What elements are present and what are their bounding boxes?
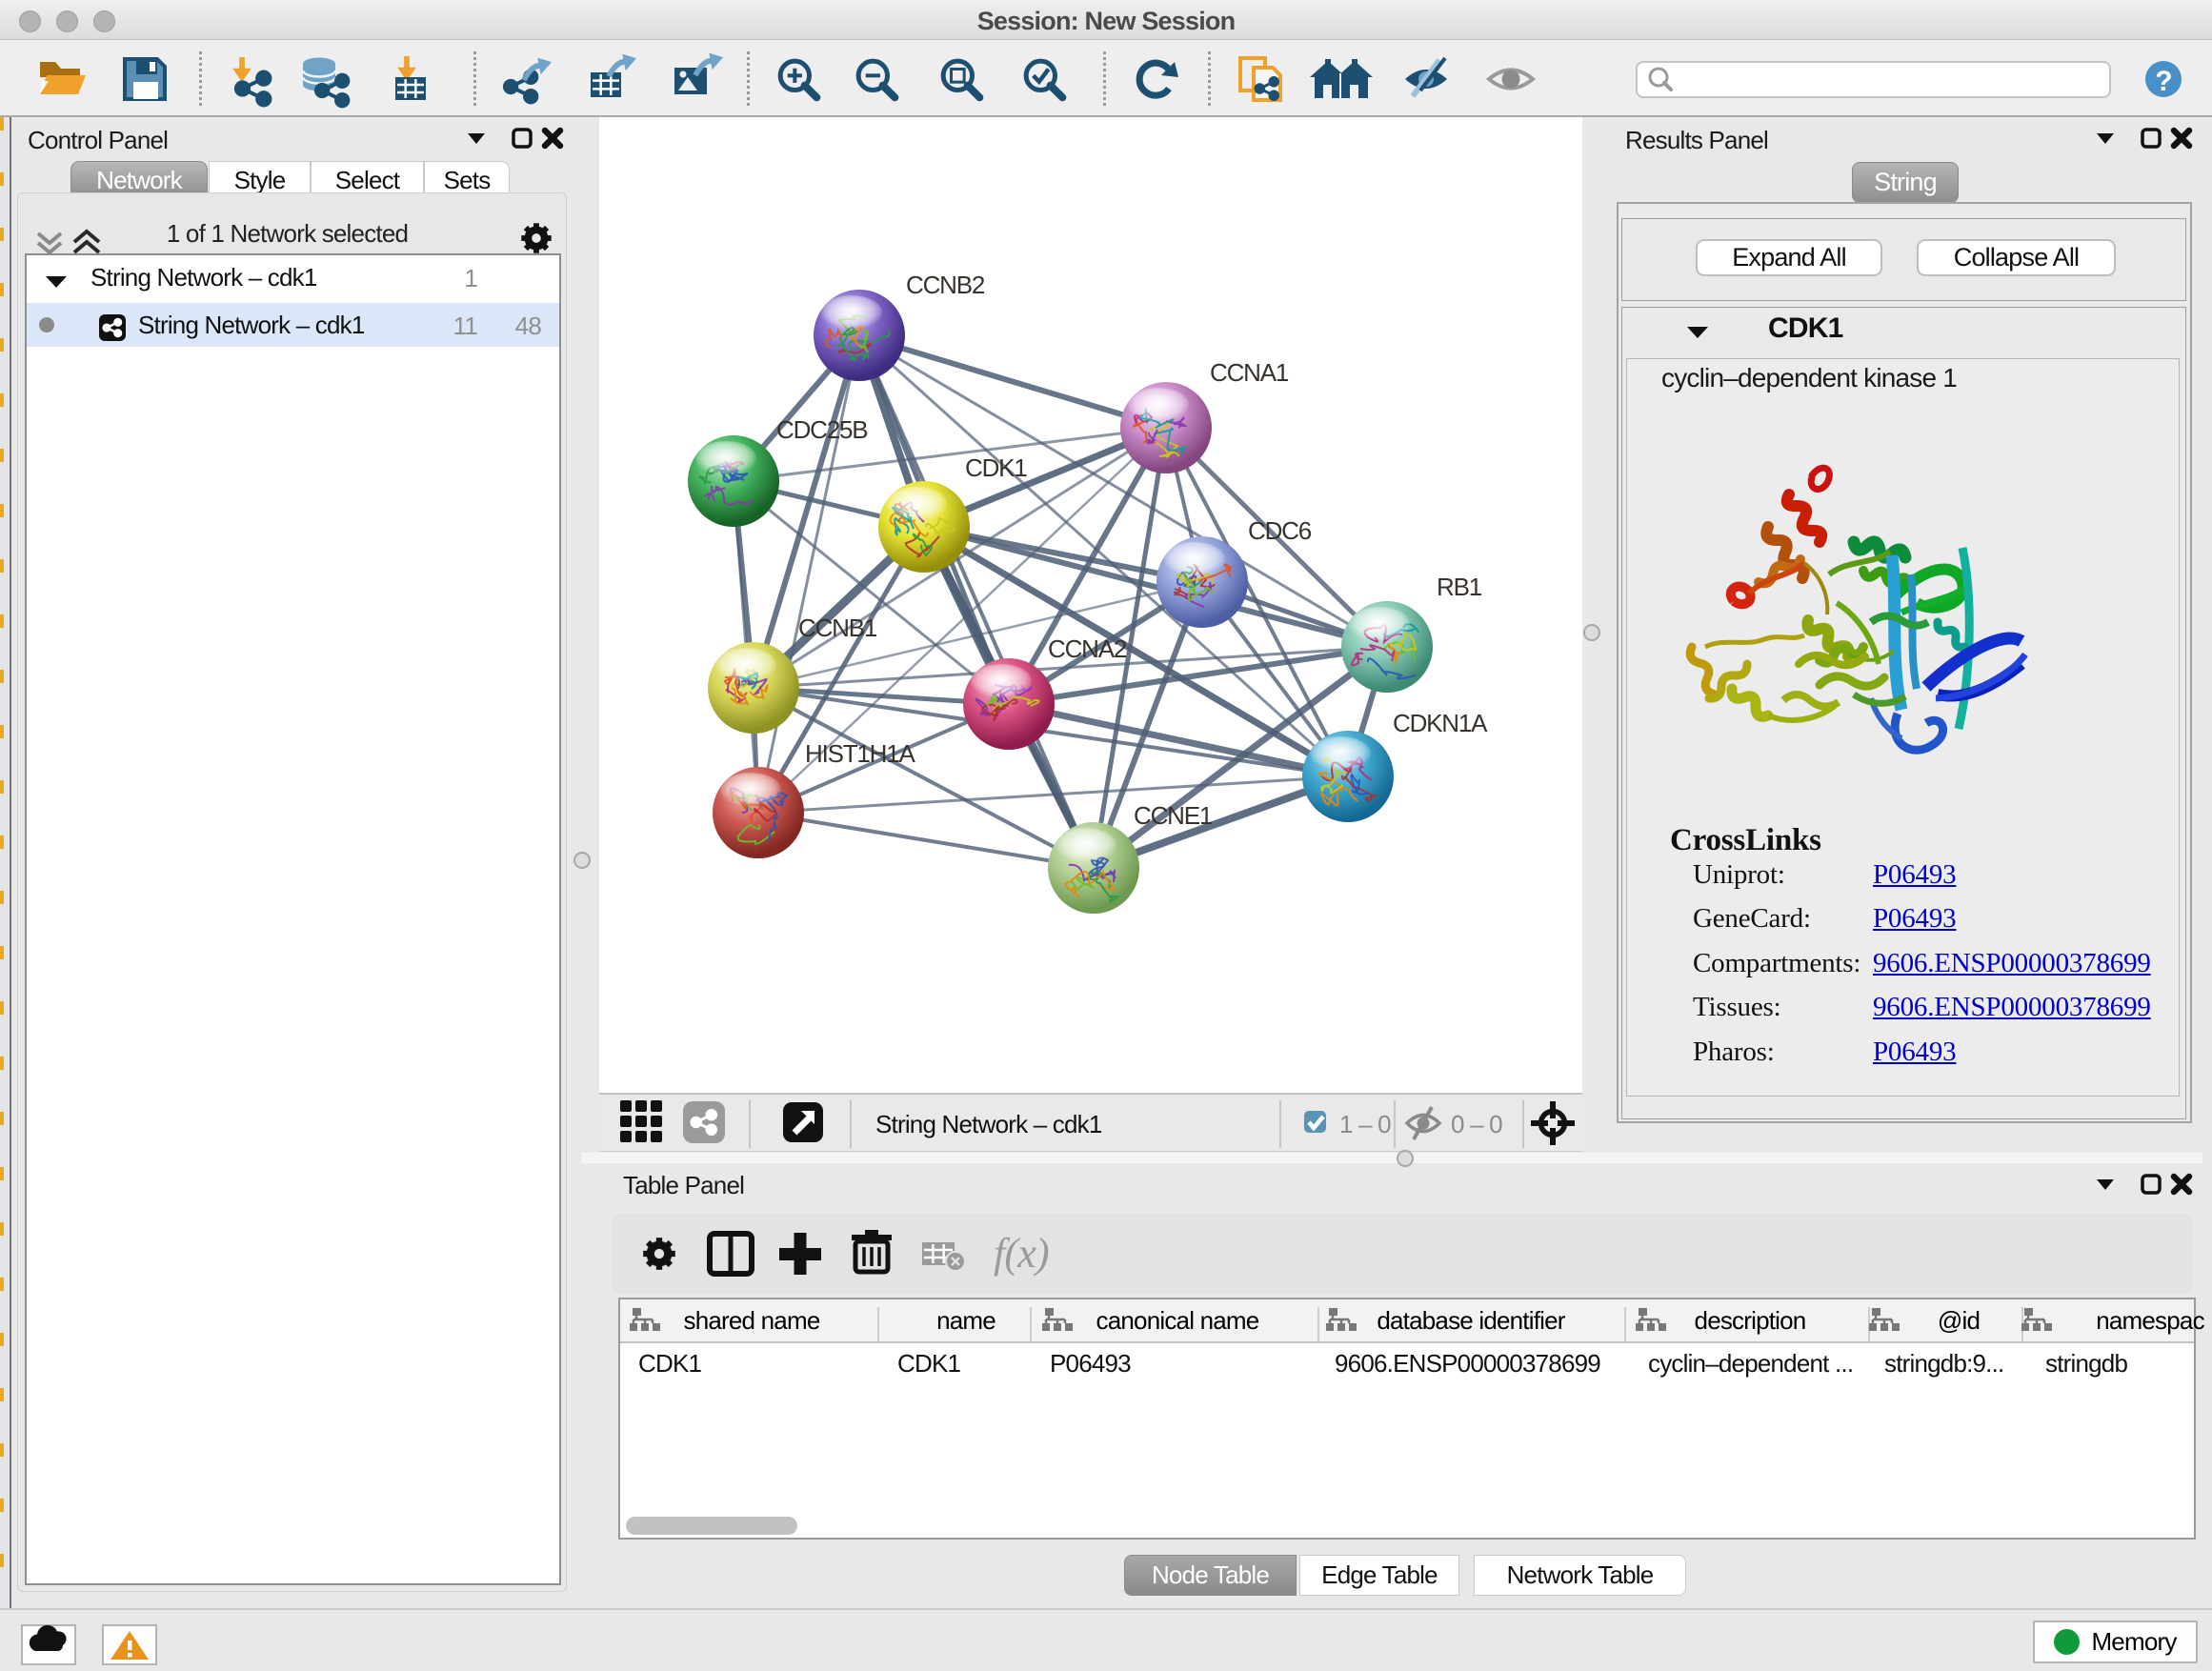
svg-text:RB1: RB1 <box>1437 573 1482 601</box>
svg-text:CDC6: CDC6 <box>1248 516 1312 545</box>
svg-text:CDK1: CDK1 <box>965 453 1027 482</box>
svg-text:CCNE1: CCNE1 <box>1134 801 1213 830</box>
svg-text:CCNA1: CCNA1 <box>1210 358 1289 387</box>
svg-text:CDC25B: CDC25B <box>776 415 867 444</box>
svg-text:CCNB2: CCNB2 <box>906 271 985 299</box>
svg-text:CDKN1A: CDKN1A <box>1393 709 1488 737</box>
svg-text:CCNB1: CCNB1 <box>798 614 877 642</box>
svg-text:HIST1H1A: HIST1H1A <box>805 739 916 768</box>
svg-text:CCNA2: CCNA2 <box>1048 634 1127 663</box>
